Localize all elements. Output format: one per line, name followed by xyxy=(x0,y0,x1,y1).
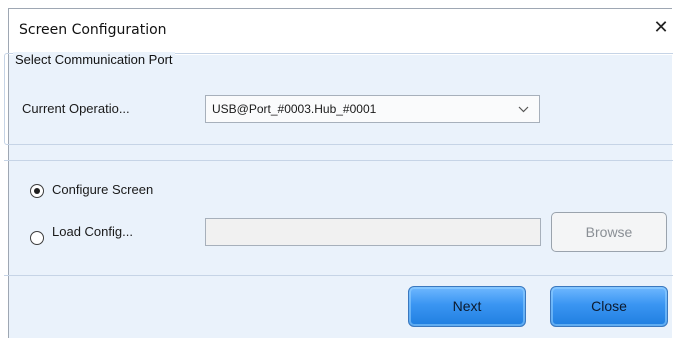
dialog-title: Screen Configuration xyxy=(19,22,167,38)
load-config-label[interactable]: Load Config... xyxy=(52,224,133,239)
configure-screen-label[interactable]: Configure Screen xyxy=(52,182,153,197)
title-bar: Screen Configuration ✕ xyxy=(9,9,672,55)
next-button[interactable]: Next xyxy=(408,286,526,327)
browse-button[interactable]: Browse xyxy=(551,212,667,252)
chevron-down-icon xyxy=(518,96,529,132)
port-select[interactable]: USB@Port_#0003.Hub_#0001 xyxy=(205,95,540,123)
config-path-field[interactable] xyxy=(205,218,541,246)
close-button[interactable]: Close xyxy=(550,286,668,327)
close-icon[interactable]: ✕ xyxy=(652,19,670,39)
current-operation-label: Current Operatio... xyxy=(22,101,130,116)
port-select-value: USB@Port_#0003.Hub_#0001 xyxy=(212,102,377,116)
group-legend: Select Communication Port xyxy=(13,52,175,67)
configure-screen-radio[interactable] xyxy=(30,184,44,198)
radio-selected-dot xyxy=(34,188,40,194)
load-config-radio[interactable] xyxy=(30,231,44,245)
